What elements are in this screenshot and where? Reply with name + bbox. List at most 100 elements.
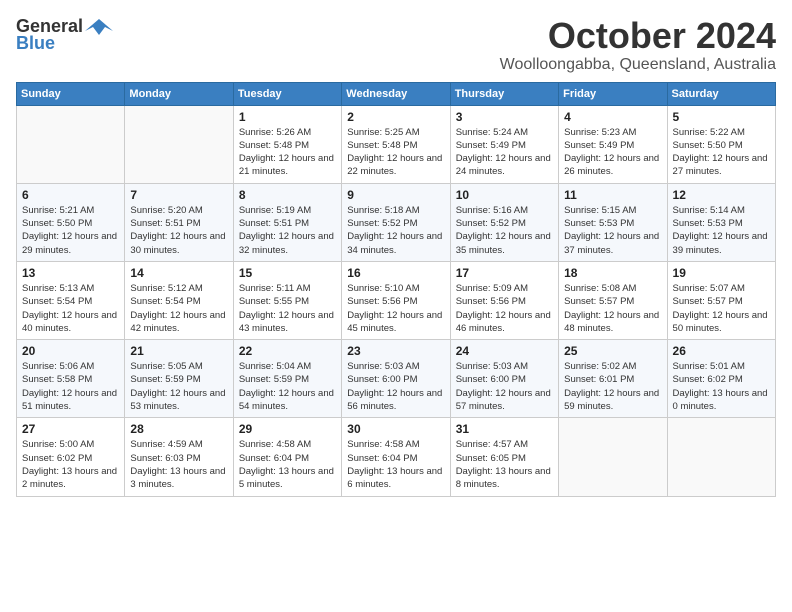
day-detail: Sunrise: 4:59 AM Sunset: 6:03 PM Dayligh…: [130, 438, 227, 491]
day-number: 6: [22, 188, 119, 202]
calendar-body: 1 Sunrise: 5:26 AM Sunset: 5:48 PM Daylig…: [17, 105, 776, 496]
calendar-cell: 11 Sunrise: 5:15 AM Sunset: 5:53 PM Dayli…: [559, 183, 667, 261]
day-number: 20: [22, 344, 119, 358]
day-number: 28: [130, 422, 227, 436]
col-friday: Friday: [559, 82, 667, 105]
day-detail: Sunrise: 4:58 AM Sunset: 6:04 PM Dayligh…: [239, 438, 336, 491]
day-number: 11: [564, 188, 661, 202]
day-detail: Sunrise: 5:18 AM Sunset: 5:52 PM Dayligh…: [347, 204, 444, 257]
day-detail: Sunrise: 5:25 AM Sunset: 5:48 PM Dayligh…: [347, 126, 444, 179]
day-detail: Sunrise: 5:00 AM Sunset: 6:02 PM Dayligh…: [22, 438, 119, 491]
day-detail: Sunrise: 5:23 AM Sunset: 5:49 PM Dayligh…: [564, 126, 661, 179]
day-detail: Sunrise: 5:11 AM Sunset: 5:55 PM Dayligh…: [239, 282, 336, 335]
calendar-cell: 6 Sunrise: 5:21 AM Sunset: 5:50 PM Daylig…: [17, 183, 125, 261]
calendar-cell: 1 Sunrise: 5:26 AM Sunset: 5:48 PM Daylig…: [233, 105, 341, 183]
calendar-cell: 22 Sunrise: 5:04 AM Sunset: 5:59 PM Dayli…: [233, 340, 341, 418]
calendar-cell: 10 Sunrise: 5:16 AM Sunset: 5:52 PM Dayli…: [450, 183, 558, 261]
day-number: 19: [673, 266, 770, 280]
calendar-cell: [667, 418, 775, 496]
col-tuesday: Tuesday: [233, 82, 341, 105]
day-detail: Sunrise: 5:15 AM Sunset: 5:53 PM Dayligh…: [564, 204, 661, 257]
day-detail: Sunrise: 5:01 AM Sunset: 6:02 PM Dayligh…: [673, 360, 770, 413]
calendar-header: Sunday Monday Tuesday Wednesday Thursday…: [17, 82, 776, 105]
day-number: 18: [564, 266, 661, 280]
day-detail: Sunrise: 5:20 AM Sunset: 5:51 PM Dayligh…: [130, 204, 227, 257]
calendar-cell: 5Sunrise: 5:22 AM Sunset: 5:50 PM Daylig…: [667, 105, 775, 183]
calendar-cell: 17 Sunrise: 5:09 AM Sunset: 5:56 PM Dayli…: [450, 261, 558, 339]
calendar-week-4: 20 Sunrise: 5:06 AM Sunset: 5:58 PM Dayli…: [17, 340, 776, 418]
calendar-location: Woolloongabba, Queensland, Australia: [500, 56, 776, 74]
logo-bird-icon: [85, 17, 113, 37]
day-detail: Sunrise: 5:09 AM Sunset: 5:56 PM Dayligh…: [456, 282, 553, 335]
day-number: 8: [239, 188, 336, 202]
day-number: 25: [564, 344, 661, 358]
day-number: 31: [456, 422, 553, 436]
calendar-cell: [559, 418, 667, 496]
calendar-week-1: 1 Sunrise: 5:26 AM Sunset: 5:48 PM Daylig…: [17, 105, 776, 183]
day-detail: Sunrise: 5:14 AM Sunset: 5:53 PM Dayligh…: [673, 204, 770, 257]
day-detail: Sunrise: 5:22 AM Sunset: 5:50 PM Dayligh…: [673, 126, 770, 179]
calendar-cell: 29 Sunrise: 4:58 AM Sunset: 6:04 PM Dayli…: [233, 418, 341, 496]
calendar-cell: 24 Sunrise: 5:03 AM Sunset: 6:00 PM Dayli…: [450, 340, 558, 418]
calendar-cell: 23 Sunrise: 5:03 AM Sunset: 6:00 PM Dayli…: [342, 340, 450, 418]
day-number: 30: [347, 422, 444, 436]
calendar-cell: 18Sunrise: 5:08 AM Sunset: 5:57 PM Dayli…: [559, 261, 667, 339]
col-sunday: Sunday: [17, 82, 125, 105]
calendar-cell: 16 Sunrise: 5:10 AM Sunset: 5:56 PM Dayli…: [342, 261, 450, 339]
day-number: 21: [130, 344, 227, 358]
day-detail: Sunrise: 5:02 AM Sunset: 6:01 PM Dayligh…: [564, 360, 661, 413]
day-number: 1: [239, 110, 336, 124]
day-number: 10: [456, 188, 553, 202]
day-detail: Sunrise: 5:21 AM Sunset: 5:50 PM Dayligh…: [22, 204, 119, 257]
day-detail: Sunrise: 5:03 AM Sunset: 6:00 PM Dayligh…: [456, 360, 553, 413]
calendar-cell: 7Sunrise: 5:20 AM Sunset: 5:51 PM Daylig…: [125, 183, 233, 261]
day-detail: Sunrise: 5:03 AM Sunset: 6:00 PM Dayligh…: [347, 360, 444, 413]
day-detail: Sunrise: 5:05 AM Sunset: 5:59 PM Dayligh…: [130, 360, 227, 413]
calendar-cell: 14 Sunrise: 5:12 AM Sunset: 5:54 PM Dayli…: [125, 261, 233, 339]
day-detail: Sunrise: 5:16 AM Sunset: 5:52 PM Dayligh…: [456, 204, 553, 257]
day-detail: Sunrise: 5:12 AM Sunset: 5:54 PM Dayligh…: [130, 282, 227, 335]
day-detail: Sunrise: 5:06 AM Sunset: 5:58 PM Dayligh…: [22, 360, 119, 413]
calendar-cell: 25 Sunrise: 5:02 AM Sunset: 6:01 PM Dayli…: [559, 340, 667, 418]
day-number: 9: [347, 188, 444, 202]
calendar-cell: 30 Sunrise: 4:58 AM Sunset: 6:04 PM Dayli…: [342, 418, 450, 496]
day-number: 12: [673, 188, 770, 202]
calendar-cell: 2Sunrise: 5:25 AM Sunset: 5:48 PM Daylig…: [342, 105, 450, 183]
calendar-cell: 21 Sunrise: 5:05 AM Sunset: 5:59 PM Dayli…: [125, 340, 233, 418]
calendar-cell: 19 Sunrise: 5:07 AM Sunset: 5:57 PM Dayli…: [667, 261, 775, 339]
day-number: 26: [673, 344, 770, 358]
calendar-title: October 2024: [500, 16, 776, 56]
calendar-cell: 3 Sunrise: 5:24 AM Sunset: 5:49 PM Daylig…: [450, 105, 558, 183]
day-number: 3: [456, 110, 553, 124]
day-number: 17: [456, 266, 553, 280]
calendar-cell: 12 Sunrise: 5:14 AM Sunset: 5:53 PM Dayli…: [667, 183, 775, 261]
day-detail: Sunrise: 5:04 AM Sunset: 5:59 PM Dayligh…: [239, 360, 336, 413]
calendar-table: Sunday Monday Tuesday Wednesday Thursday…: [16, 82, 776, 497]
calendar-cell: 20 Sunrise: 5:06 AM Sunset: 5:58 PM Dayli…: [17, 340, 125, 418]
title-block: October 2024 Woolloongabba, Queensland, …: [500, 16, 776, 74]
day-number: 22: [239, 344, 336, 358]
day-number: 16: [347, 266, 444, 280]
calendar-cell: 26 Sunrise: 5:01 AM Sunset: 6:02 PM Dayli…: [667, 340, 775, 418]
calendar-cell: [17, 105, 125, 183]
day-detail: Sunrise: 5:10 AM Sunset: 5:56 PM Dayligh…: [347, 282, 444, 335]
day-detail: Sunrise: 5:24 AM Sunset: 5:49 PM Dayligh…: [456, 126, 553, 179]
day-number: 29: [239, 422, 336, 436]
day-number: 14: [130, 266, 227, 280]
calendar-cell: 31Sunrise: 4:57 AM Sunset: 6:05 PM Dayli…: [450, 418, 558, 496]
day-number: 24: [456, 344, 553, 358]
calendar-cell: [125, 105, 233, 183]
logo: General Blue: [16, 16, 113, 54]
day-number: 15: [239, 266, 336, 280]
day-detail: Sunrise: 5:26 AM Sunset: 5:48 PM Dayligh…: [239, 126, 336, 179]
calendar-week-3: 13Sunrise: 5:13 AM Sunset: 5:54 PM Dayli…: [17, 261, 776, 339]
day-detail: Sunrise: 5:07 AM Sunset: 5:57 PM Dayligh…: [673, 282, 770, 335]
page-header: General Blue October 2024 Woolloongabba,…: [16, 16, 776, 74]
day-detail: Sunrise: 5:13 AM Sunset: 5:54 PM Dayligh…: [22, 282, 119, 335]
calendar-week-2: 6 Sunrise: 5:21 AM Sunset: 5:50 PM Daylig…: [17, 183, 776, 261]
calendar-cell: 8Sunrise: 5:19 AM Sunset: 5:51 PM Daylig…: [233, 183, 341, 261]
col-wednesday: Wednesday: [342, 82, 450, 105]
day-detail: Sunrise: 4:58 AM Sunset: 6:04 PM Dayligh…: [347, 438, 444, 491]
col-monday: Monday: [125, 82, 233, 105]
day-number: 23: [347, 344, 444, 358]
